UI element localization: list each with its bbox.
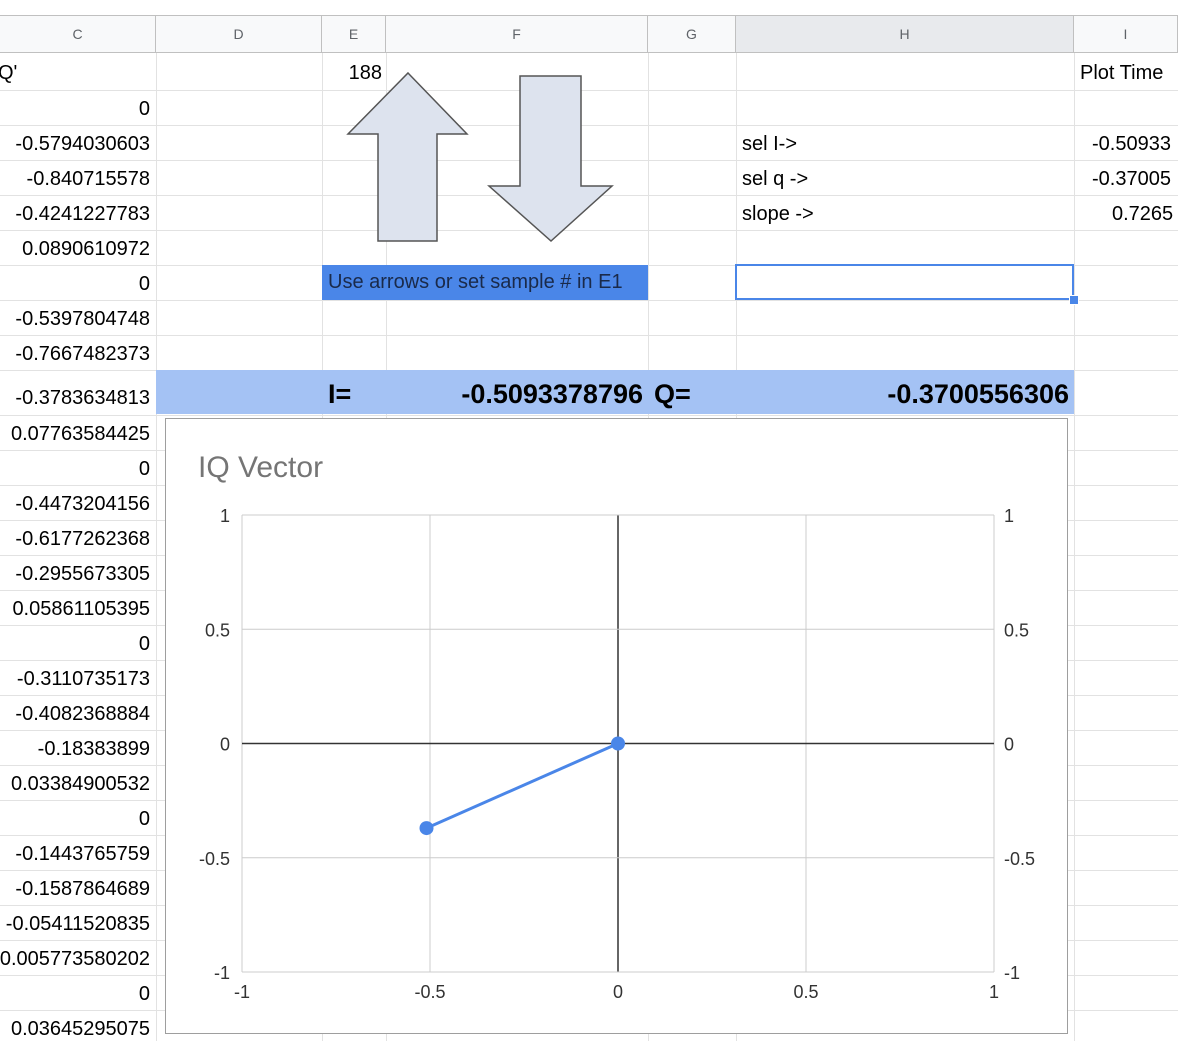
column-header-g[interactable]: G — [648, 15, 736, 53]
chart-title: IQ Vector — [198, 451, 323, 484]
cell-c-value[interactable]: -0.2955673305 — [0, 557, 150, 592]
i-value[interactable]: -0.5093378796 — [386, 372, 643, 416]
cell-c-value[interactable]: 0 — [0, 627, 150, 662]
y-tick-label-right: -0.5 — [1004, 849, 1035, 869]
cell-c-value[interactable]: -0.1443765759 — [0, 837, 150, 872]
x-tick-label: -0.5 — [414, 982, 445, 1002]
cell-c-header[interactable]: Q' — [0, 56, 17, 91]
cell-c-value[interactable]: -0.3783634813 — [0, 381, 150, 416]
q-equals-label[interactable]: Q= — [654, 372, 691, 416]
cell-c-value[interactable]: 0 — [0, 977, 150, 1012]
column-header-f[interactable]: F — [386, 15, 648, 53]
y-tick-label-right: 1 — [1004, 506, 1014, 526]
cell-c-value[interactable]: -0.6177262368 — [0, 522, 150, 557]
x-tick-label: 0 — [613, 982, 623, 1002]
cell-c-value[interactable]: -0.05411520835 — [0, 907, 150, 942]
y-tick-label-right: -1 — [1004, 963, 1020, 983]
chart-svg: IQ Vector-1 -0.5 0 0.5 110.50-0.5-110.50-0.5… — [198, 451, 1035, 1002]
cell-i-header[interactable]: Plot Time — [1080, 56, 1163, 91]
cell-c-value[interactable]: 0.05861105395 — [0, 592, 150, 627]
cell-c-value[interactable]: -0.18383899 — [0, 732, 150, 767]
cell-c-value[interactable]: -0.3110735173 — [0, 662, 150, 697]
down-arrow-icon[interactable] — [487, 75, 614, 243]
y-tick-label: 0 — [220, 735, 230, 755]
cell-c-value[interactable]: -0.1587864689 — [0, 872, 150, 907]
x-tick-label: -1 — [234, 982, 250, 1002]
column-header-i[interactable]: I — [1074, 15, 1178, 53]
column-header-c[interactable]: C — [0, 15, 156, 53]
label-sel-q[interactable]: sel q -> — [742, 162, 808, 197]
x-tick-label: 1 — [989, 982, 999, 1002]
cell-c-value[interactable]: 0 — [0, 452, 150, 487]
up-arrow-icon[interactable] — [346, 71, 469, 242]
data-point — [611, 736, 625, 751]
label-sel-i[interactable]: sel I-> — [742, 127, 797, 162]
cell-i-sel-i[interactable]: -0.50933 — [1092, 127, 1171, 162]
cell-c-value[interactable]: 0.03645295075 — [0, 1012, 150, 1041]
iq-vector-chart[interactable]: IQ Vector -1 -0.5 0 0.5 1 1 0.5 0 -0.5 -1 1 0.5 0 -0.5… — [165, 418, 1068, 1034]
column-header-d[interactable]: D — [156, 15, 322, 53]
spreadsheet: C D E F G H I Q' 188 Plot Time 0 -0.57940… — [0, 0, 1178, 1041]
cell-c-value[interactable]: -0.4473204156 — [0, 487, 150, 522]
data-point — [419, 821, 434, 836]
cell-i-slope[interactable]: 0.7265 — [1112, 197, 1173, 232]
cell-c-value[interactable]: -0.4241227783 — [0, 197, 150, 232]
cell-c-value[interactable]: -0.840715578 — [0, 162, 150, 197]
cell-c-value[interactable]: 0.0890610972 — [0, 232, 150, 267]
cell-c-value[interactable]: 0.005773580202 — [0, 942, 150, 977]
column-header-e[interactable]: E — [322, 15, 386, 53]
cell-c-value[interactable]: -0.4082368884 — [0, 697, 150, 732]
column-header-h[interactable]: H — [736, 15, 1074, 53]
i-equals-label[interactable]: I= — [328, 372, 351, 416]
selected-cell[interactable] — [735, 264, 1074, 300]
cell-i-sel-q[interactable]: -0.37005 — [1092, 162, 1171, 197]
cell-c-value[interactable]: 0 — [0, 92, 150, 127]
x-tick-label: 0.5 — [793, 982, 818, 1002]
cell-c-value[interactable]: 0.07763584425 — [0, 417, 150, 452]
y-tick-label: 1 — [220, 506, 230, 526]
arrow-shapes — [346, 71, 614, 243]
label-slope[interactable]: slope -> — [742, 197, 814, 232]
fill-handle[interactable] — [1069, 295, 1079, 305]
q-value[interactable]: -0.3700556306 — [736, 372, 1069, 416]
instruction-note[interactable]: Use arrows or set sample # in E1 — [322, 265, 648, 300]
y-tick-label: 0.5 — [205, 620, 230, 640]
y-tick-label: -0.5 — [199, 849, 230, 869]
y-tick-label-right: 0 — [1004, 735, 1014, 755]
cell-c-value[interactable]: 0.03384900532 — [0, 767, 150, 802]
series-line — [425, 742, 619, 830]
cell-c-value[interactable]: 0 — [0, 267, 150, 302]
y-tick-label: -1 — [214, 963, 230, 983]
cell-c-value[interactable]: -0.7667482373 — [0, 337, 150, 372]
cell-c-value[interactable]: 0 — [0, 802, 150, 837]
cell-c-value[interactable]: -0.5397804748 — [0, 302, 150, 337]
y-tick-label-right: 0.5 — [1004, 620, 1029, 640]
cell-c-value[interactable]: -0.5794030603 — [0, 127, 150, 162]
